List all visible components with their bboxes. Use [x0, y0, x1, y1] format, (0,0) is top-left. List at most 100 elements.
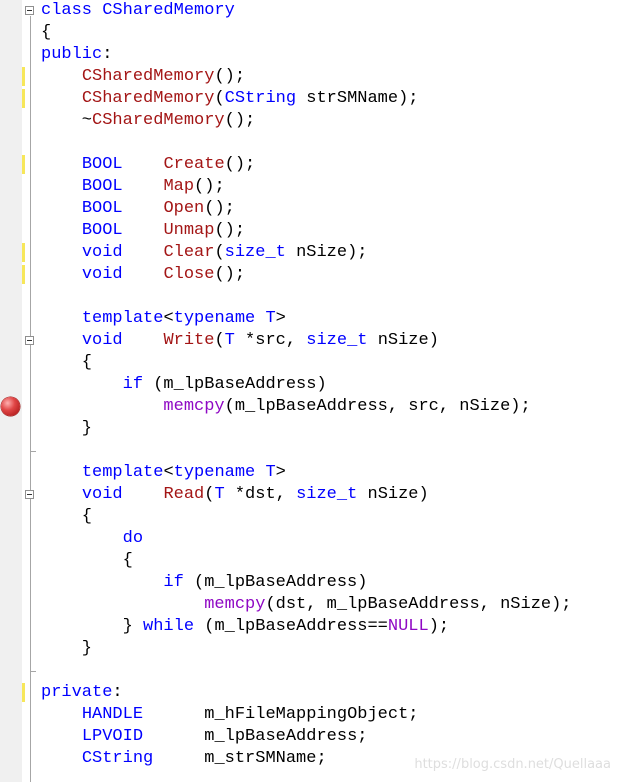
breakpoint-icon[interactable]	[1, 397, 20, 416]
code-token: typename	[173, 463, 256, 482]
code-line[interactable]: }	[41, 638, 92, 660]
code-token: }	[41, 617, 144, 636]
code-token: ();	[194, 177, 225, 196]
code-token: <	[163, 463, 174, 482]
code-token: (	[204, 485, 215, 504]
code-line[interactable]: {	[41, 506, 92, 528]
code-token: size_t	[224, 243, 286, 262]
code-line[interactable]: } while (m_lpBaseAddress==NULL);	[41, 616, 450, 638]
code-line[interactable]: {	[41, 22, 51, 44]
code-line[interactable]: void Read(T *dst, size_t nSize)	[41, 484, 429, 506]
outline-end	[30, 671, 36, 672]
code-line[interactable]: public:	[41, 44, 112, 66]
code-line[interactable]: BOOL Unmap();	[41, 220, 245, 242]
code-token: if	[122, 375, 144, 394]
code-token: template	[81, 309, 164, 328]
code-token: (dst, m_lpBaseAddress, nSize);	[265, 595, 572, 614]
code-token: if	[163, 573, 184, 592]
code-line[interactable]: void Write(T *src, size_t nSize)	[41, 330, 439, 352]
breakpoint-margin[interactable]	[0, 0, 22, 782]
code-token: private	[41, 683, 113, 702]
code-token: ();	[214, 265, 246, 284]
code-line[interactable]: CString m_strSMName;	[41, 748, 327, 770]
code-editor[interactable]: class CSharedMemory{public: CSharedMemor…	[0, 0, 621, 782]
code-line[interactable]: BOOL Create();	[41, 154, 255, 176]
code-token: ~	[41, 111, 93, 130]
code-token: {	[41, 23, 52, 42]
code-line[interactable]: CSharedMemory();	[41, 66, 245, 88]
code-line[interactable]: ~CSharedMemory();	[41, 110, 255, 132]
code-token: HANDLE	[81, 705, 144, 724]
outline-end	[30, 451, 36, 452]
code-line[interactable]: if (m_lpBaseAddress)	[41, 374, 327, 396]
code-line[interactable]: private:	[41, 682, 123, 704]
code-token: );	[428, 617, 450, 636]
code-token: }	[41, 419, 93, 438]
code-line[interactable]: BOOL Open();	[41, 198, 235, 220]
code-line[interactable]: template<typename T>	[41, 462, 286, 484]
code-token: strSMName);	[296, 89, 419, 108]
code-line[interactable]: void Clear(size_t nSize);	[41, 242, 368, 264]
code-token: }	[41, 639, 93, 658]
code-token: (	[214, 89, 225, 108]
code-line[interactable]: memcpy(dst, m_lpBaseAddress, nSize);	[41, 594, 572, 616]
code-token: (	[214, 331, 225, 350]
code-token: m_lpBaseAddress;	[143, 727, 368, 746]
code-token: (	[214, 243, 225, 262]
code-token: CSharedMemory	[92, 111, 225, 130]
code-token: CSharedMemory	[81, 89, 215, 108]
code-token: (m_lpBaseAddress)	[143, 375, 327, 394]
collapse-icon[interactable]	[25, 490, 34, 499]
code-line[interactable]: {	[41, 550, 133, 572]
code-line[interactable]: }	[41, 418, 92, 440]
code-line[interactable]: do	[41, 528, 143, 550]
code-token: nSize);	[285, 243, 368, 262]
code-token: size_t	[296, 485, 358, 504]
code-token: {	[41, 551, 133, 570]
code-token: {	[41, 507, 93, 526]
code-token: T	[224, 331, 235, 350]
code-token: Unmap	[163, 221, 215, 240]
code-line[interactable]: memcpy(m_lpBaseAddress, src, nSize);	[41, 396, 530, 418]
code-token: class	[41, 1, 93, 20]
code-line[interactable]: HANDLE m_hFileMappingObject;	[41, 704, 419, 726]
code-token: void	[81, 485, 123, 504]
code-line[interactable]: {	[41, 352, 92, 374]
code-token: T	[265, 309, 276, 328]
code-token: CSharedMemory	[81, 67, 215, 86]
code-line[interactable]: class CSharedMemory	[41, 0, 235, 22]
code-token: Create	[163, 155, 225, 174]
code-token: typename	[173, 309, 256, 328]
code-line[interactable]: CSharedMemory(CString strSMName);	[41, 88, 419, 110]
code-line[interactable]: if (m_lpBaseAddress)	[41, 572, 367, 594]
code-line[interactable]: template<typename T>	[41, 308, 286, 330]
code-line[interactable]: BOOL Map();	[41, 176, 225, 198]
code-token: CSharedMemory	[92, 1, 235, 20]
code-line[interactable]: void Close();	[41, 264, 245, 286]
collapse-icon[interactable]	[25, 336, 34, 345]
code-token: ();	[214, 221, 246, 240]
code-token: CString	[224, 89, 297, 108]
code-token: NULL	[387, 617, 429, 636]
code-line[interactable]: LPVOID m_lpBaseAddress;	[41, 726, 368, 748]
collapse-icon[interactable]	[25, 6, 34, 15]
